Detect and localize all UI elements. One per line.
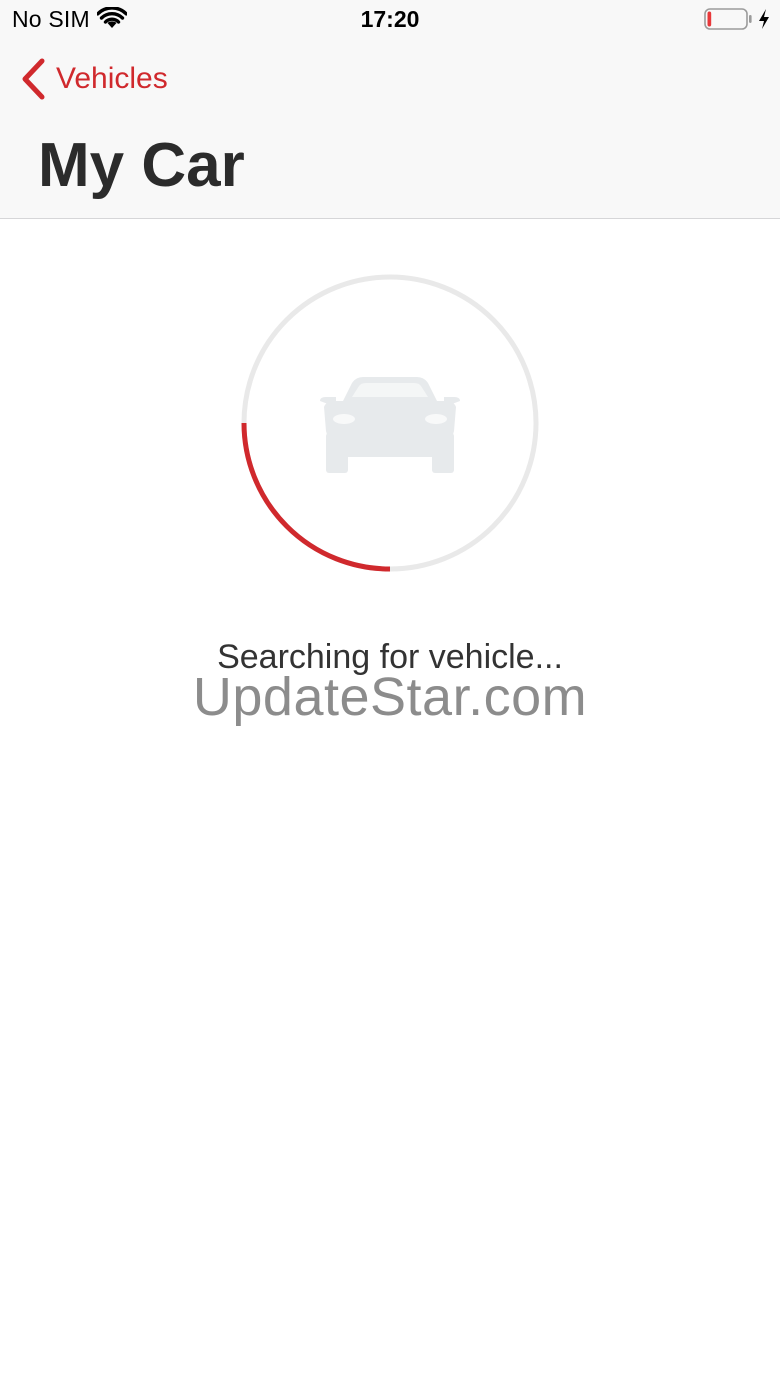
charging-bolt-icon	[759, 9, 769, 29]
back-button[interactable]: Vehicles	[20, 56, 168, 102]
page-title: My Car	[38, 131, 245, 200]
chevron-left-icon	[22, 58, 45, 100]
watermark-text: UpdateStar.com	[192, 667, 588, 727]
back-button-label: Vehicles	[56, 62, 168, 95]
screen: No SIM 17:20 Vehicles My Car Searching f…	[0, 0, 780, 1387]
search-progress-ring	[241, 274, 539, 572]
status-bar: No SIM 17:20	[0, 0, 780, 40]
battery-icon	[704, 8, 752, 30]
status-time: 17:20	[360, 6, 420, 32]
navigation-header: No SIM 17:20 Vehicles My Car	[0, 0, 780, 219]
battery-level-fill	[707, 11, 712, 27]
car-icon	[320, 377, 460, 473]
